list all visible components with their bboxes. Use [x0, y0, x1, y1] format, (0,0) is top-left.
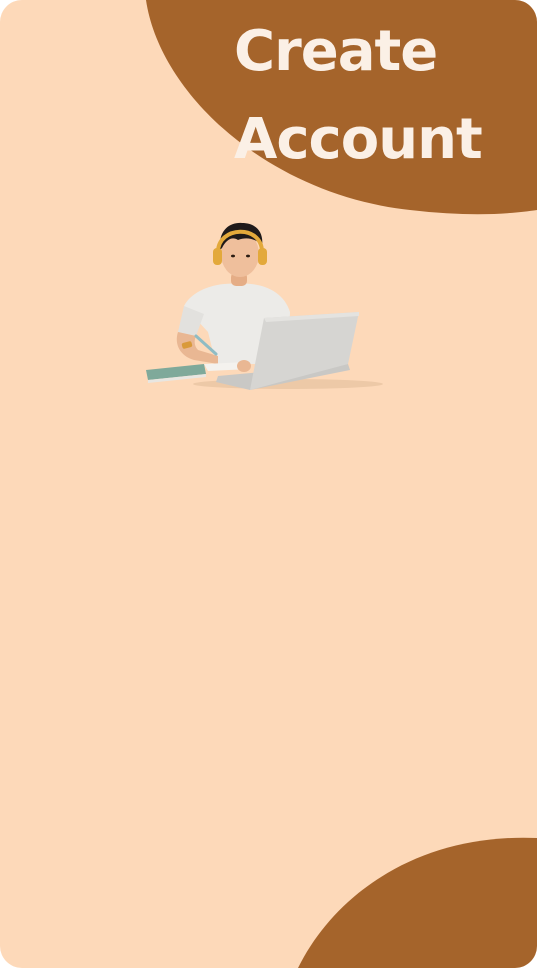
page-title-line-1: Create — [234, 19, 438, 84]
page-title-line-2: Account — [234, 107, 483, 172]
bottom-decorative-blob — [298, 837, 537, 968]
person-with-laptop-illustration — [146, 222, 383, 390]
create-account-screen: Create Account — [0, 0, 537, 968]
page-title: Create Account — [234, 8, 524, 184]
